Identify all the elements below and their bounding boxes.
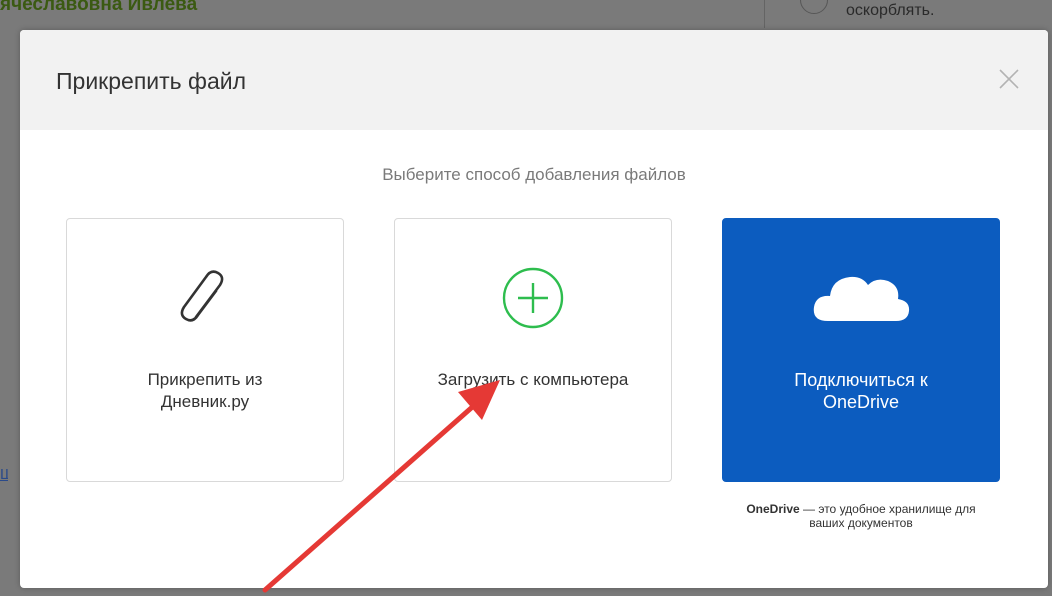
background-divider xyxy=(764,0,765,28)
card-label: Прикрепить из Дневник.ру xyxy=(147,370,263,411)
card-label: Подключиться к OneDrive xyxy=(794,370,928,412)
modal-header: Прикрепить файл xyxy=(20,30,1048,130)
background-right-text: оскорблять. xyxy=(846,2,935,19)
attach-file-modal: Прикрепить файл Выберите способ добавлен… xyxy=(20,30,1048,588)
upload-from-computer-button[interactable]: Загрузить с компьютера xyxy=(394,218,672,482)
connect-onedrive-button[interactable]: Подключиться к OneDrive xyxy=(722,218,1000,482)
modal-subtitle: Выберите способ добавления файлов xyxy=(382,165,686,184)
background-edge-link: Ш xyxy=(0,466,8,483)
background-info-icon xyxy=(800,0,828,14)
background-user-name: ячеславовна Ивлева xyxy=(0,0,198,15)
card-label: Загрузить с компьютера xyxy=(437,370,629,389)
plus-circle-icon xyxy=(395,263,671,333)
attach-from-dnevnik-button[interactable]: Прикрепить из Дневник.ру xyxy=(66,218,344,482)
close-icon xyxy=(999,69,1019,89)
cloud-icon xyxy=(723,263,999,333)
paperclip-icon xyxy=(67,263,343,333)
onedrive-note-text: — это удобное хранилище для ваших докуме… xyxy=(799,502,976,530)
onedrive-brand: OneDrive xyxy=(746,502,800,516)
onedrive-description: OneDrive — это удобное хранилище для ваш… xyxy=(732,502,990,530)
close-button[interactable] xyxy=(996,66,1022,92)
modal-title: Прикрепить файл xyxy=(56,68,247,94)
